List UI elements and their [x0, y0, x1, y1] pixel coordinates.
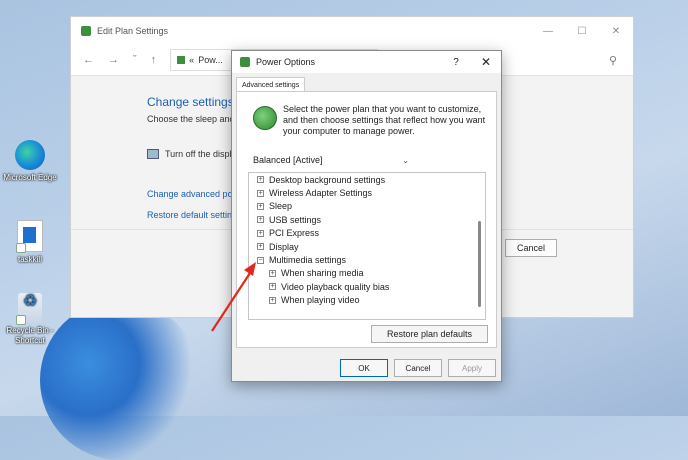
expand-plus-icon[interactable]: +	[269, 283, 276, 291]
power-plan-dropdown[interactable]: Balanced [Active] ⌄	[250, 152, 413, 168]
tree-item-usb[interactable]: + USB settings	[249, 213, 485, 226]
tree-item-label: Sleep	[269, 201, 293, 212]
cancel-button[interactable]: Cancel	[505, 239, 557, 257]
desktop-icon-label: Recycle Bin - Shortcut	[6, 326, 54, 345]
desktop-icon-label: taskkill	[17, 255, 42, 264]
dialog-cancel-button[interactable]: Cancel	[394, 359, 442, 377]
tree-item-label: When playing video	[281, 295, 360, 306]
power-plan-battery-icon	[253, 106, 277, 130]
power-plan-icon	[81, 26, 91, 36]
expand-plus-icon[interactable]: +	[257, 189, 264, 197]
desktop-icon-edge[interactable]: Microsoft Edge	[0, 140, 60, 183]
edge-icon	[15, 140, 45, 170]
power-plan-selected: Balanced [Active]	[253, 155, 323, 165]
dialog-title: Power Options	[256, 57, 316, 67]
tree-item-label: Display	[269, 241, 299, 252]
tree-item-pci-express[interactable]: + PCI Express	[249, 227, 485, 240]
apply-button[interactable]: Apply	[448, 359, 496, 377]
up-arrow-icon[interactable]: ↑	[151, 54, 157, 66]
tree-item-label: Video playback quality bias	[281, 281, 390, 292]
advanced-settings-panel: Select the power plan that you want to c…	[236, 91, 497, 348]
settings-tree[interactable]: + Desktop background settings + Wireless A…	[248, 172, 486, 320]
tree-item-label: When sharing media	[281, 268, 364, 279]
turn-off-display-row: Turn off the displ	[147, 149, 232, 159]
expand-plus-icon[interactable]: +	[257, 229, 264, 237]
tab-advanced-settings[interactable]: Advanced settings	[236, 77, 306, 92]
recycle-bin-icon	[16, 293, 42, 325]
tree-item-sleep[interactable]: + Sleep	[249, 200, 485, 213]
restore-plan-defaults-button[interactable]: Restore plan defaults	[371, 325, 488, 343]
help-button[interactable]: ?	[441, 57, 471, 68]
tree-item-wireless-adapter[interactable]: + Wireless Adapter Settings	[249, 186, 485, 199]
dialog-titlebar: Power Options ? ✕	[232, 51, 501, 73]
intro-text: Select the power plan that you want to c…	[283, 104, 486, 136]
tree-scrollbar[interactable]	[478, 221, 481, 307]
expand-plus-icon[interactable]: +	[257, 176, 264, 184]
expand-plus-icon[interactable]: +	[269, 269, 276, 277]
tree-item-video-quality-bias[interactable]: + Video playback quality bias	[249, 280, 485, 293]
recent-chevron-icon[interactable]: ˇ	[133, 54, 137, 66]
close-button[interactable]: ✕	[599, 26, 633, 37]
expand-plus-icon[interactable]: +	[269, 296, 276, 304]
tree-item-sharing-media[interactable]: + When sharing media	[249, 267, 485, 280]
tree-item-label: Desktop background settings	[269, 174, 386, 185]
tree-item-label: Multimedia settings	[269, 255, 347, 266]
monitor-icon	[147, 149, 159, 159]
minimize-button[interactable]: —	[531, 26, 565, 37]
desktop-wallpaper-swirl	[40, 300, 200, 460]
file-icon	[16, 220, 43, 253]
breadcrumb-segment[interactable]: Pow...	[198, 55, 223, 65]
dialog-button-row: OK Cancel Apply	[232, 353, 501, 381]
chevron-down-icon: ⌄	[402, 155, 409, 165]
tree-item-desktop-background[interactable]: + Desktop background settings	[249, 173, 485, 186]
expand-plus-icon[interactable]: +	[257, 216, 264, 224]
window-titlebar: Edit Plan Settings — ☐ ✕	[71, 17, 633, 45]
tree-item-label: PCI Express	[269, 228, 320, 239]
forward-arrow-icon[interactable]: →	[108, 54, 119, 66]
expand-plus-icon[interactable]: +	[257, 202, 264, 210]
tree-item-label: USB settings	[269, 214, 322, 225]
tree-item-label: Wireless Adapter Settings	[269, 188, 373, 199]
power-plan-icon	[177, 56, 186, 64]
tree-item-display[interactable]: + Display	[249, 240, 485, 253]
shortcut-badge-icon	[16, 315, 26, 325]
desktop-icon-recycle-bin[interactable]: Recycle Bin - Shortcut	[0, 293, 60, 346]
page-title: Change settings	[147, 95, 234, 109]
desktop-icon-taskkill[interactable]: taskkill	[0, 220, 60, 265]
maximize-button[interactable]: ☐	[565, 26, 599, 37]
tree-item-playing-video[interactable]: + When playing video	[249, 294, 485, 307]
dialog-close-button[interactable]: ✕	[471, 55, 501, 69]
shortcut-badge-icon	[16, 243, 26, 253]
restore-default-settings-link[interactable]: Restore default settin	[147, 210, 232, 220]
desktop-icon-label: Microsoft Edge	[3, 173, 57, 182]
turn-off-display-label: Turn off the displ	[165, 149, 232, 159]
power-options-dialog: Power Options ? ✕ Advanced settings Sele…	[231, 50, 502, 382]
ok-button[interactable]: OK	[340, 359, 388, 377]
change-advanced-settings-link[interactable]: Change advanced po	[147, 189, 233, 199]
window-controls: — ☐ ✕	[531, 26, 633, 37]
page-subtitle: Choose the sleep anc	[147, 114, 235, 124]
expand-plus-icon[interactable]: +	[257, 243, 264, 251]
back-arrow-icon[interactable]: ←	[83, 54, 94, 66]
power-options-icon	[240, 57, 250, 67]
window-title: Edit Plan Settings	[97, 26, 169, 36]
tree-item-multimedia[interactable]: − Multimedia settings	[249, 253, 485, 266]
breadcrumb-overflow-icon[interactable]: «	[189, 55, 194, 65]
search-icon[interactable]: ⚲	[609, 54, 617, 67]
collapse-minus-icon[interactable]: −	[257, 256, 264, 264]
